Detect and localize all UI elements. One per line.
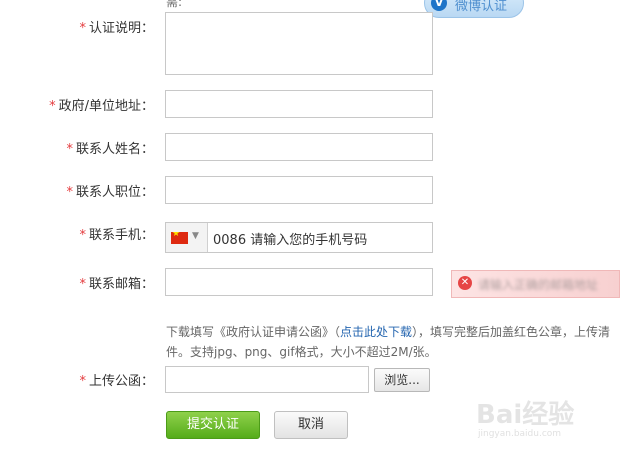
download-link[interactable]: 点击此处下载 (340, 325, 412, 339)
email-label-text: 联系邮箱： (88, 277, 154, 292)
watermark-brand: Bai经验 (476, 400, 575, 430)
cancel-button[interactable]: 取消 (274, 411, 348, 439)
required-mark: * (79, 228, 86, 243)
submit-button[interactable]: 提交认证 (166, 411, 260, 439)
upload-label: * 上传公函： (4, 370, 154, 389)
browse-button[interactable]: 浏览... (374, 368, 430, 392)
truncated-text: 需: (166, 0, 183, 9)
contact-name-input[interactable] (165, 133, 433, 161)
phone-field[interactable]: ★ ▼ 0086 请输入您的手机号码 (165, 222, 433, 253)
required-mark: * (79, 374, 86, 389)
position-label: * 联系人职位： (4, 181, 154, 200)
phone-label: * 联系手机： (4, 224, 154, 243)
required-mark: * (79, 277, 86, 292)
email-input[interactable] (165, 268, 433, 296)
desc-label: * 认证说明： (4, 17, 154, 36)
position-label-text: 联系人职位： (75, 185, 154, 200)
upload-label-text: 上传公函： (88, 374, 154, 389)
required-mark: * (79, 21, 86, 36)
required-mark: * (66, 185, 73, 200)
required-mark: * (66, 142, 73, 157)
name-label: * 联系人姓名： (4, 138, 154, 157)
weibo-v-icon: V (431, 0, 447, 11)
china-flag-icon: ★ (171, 232, 188, 244)
weibo-badge-label: 微博认证 (455, 0, 508, 14)
desc-label-text: 认证说明： (88, 21, 154, 36)
error-icon: ✕ (458, 276, 472, 290)
address-input[interactable] (165, 90, 433, 118)
desc-textarea[interactable] (165, 12, 433, 75)
upload-file-path[interactable] (165, 366, 369, 393)
watermark-url: jingyan.baidu.com (478, 429, 562, 439)
weibo-verify-badge[interactable]: V 微博认证 (424, 0, 524, 18)
contact-position-input[interactable] (165, 176, 433, 204)
baidu-watermark: Bai经验 jingyan.baidu.com (476, 386, 616, 446)
address-label: * 政府/单位地址： (4, 95, 154, 114)
hint-prefix: 下载填写《政府认证申请公函》（ (166, 325, 341, 339)
phone-label-text: 联系手机： (88, 228, 154, 243)
email-error-text: 请输入正确的邮箱地址 (478, 278, 599, 292)
chevron-down-icon: ▼ (192, 231, 199, 241)
phone-input[interactable]: 0086 请输入您的手机号码 (213, 229, 367, 248)
country-code-select[interactable]: ★ ▼ (166, 223, 208, 252)
email-error-tip: ✕ 请输入正确的邮箱地址 (451, 270, 620, 298)
name-label-text: 联系人姓名： (75, 142, 154, 157)
address-label-text: 政府/单位地址： (58, 99, 154, 114)
email-label: * 联系邮箱： (4, 273, 154, 292)
download-hint: 下载填写《政府认证申请公函》（点击此处下载），填写完整后加盖红色公章，上传清件。… (166, 322, 620, 362)
required-mark: * (49, 99, 56, 114)
